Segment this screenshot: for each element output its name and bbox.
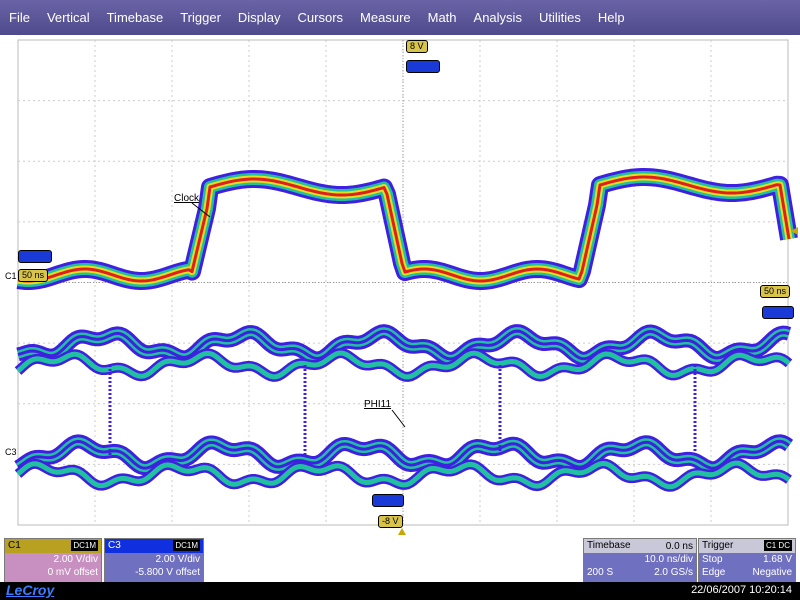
trigger-badge: C1 DC bbox=[763, 540, 792, 551]
status-footer: LeCroy 22/06/2007 10:20:14 bbox=[0, 582, 800, 600]
menu-help[interactable]: Help bbox=[589, 0, 633, 35]
menu-utilities[interactable]: Utilities bbox=[530, 0, 589, 35]
left-time-marker[interactable]: 50 ns bbox=[18, 269, 49, 282]
c3-vdiv: 2.00 V/div bbox=[155, 554, 200, 565]
menu-vertical[interactable]: Vertical bbox=[38, 0, 98, 35]
c1-offset: 0 mV offset bbox=[47, 567, 98, 578]
c3-channel-panel[interactable]: C3 DC1M 2.00 V/div -5.800 V offset bbox=[104, 538, 204, 584]
trigger-type: Edge bbox=[702, 567, 726, 578]
scope-grid bbox=[12, 39, 798, 526]
c1-name: C1 bbox=[8, 540, 21, 551]
trigger-level-icon bbox=[791, 227, 798, 235]
c3-coupling-badge: DC1M bbox=[173, 540, 200, 551]
top-level-marker[interactable]: 8 V bbox=[406, 40, 428, 53]
c1-vdiv: 2.00 V/div bbox=[53, 554, 98, 565]
menu-math[interactable]: Math bbox=[419, 0, 465, 35]
trigger-slope: Negative bbox=[752, 567, 792, 578]
trigger-panel[interactable]: Trigger C1 DC Stop 1.68 V Edge Negative bbox=[698, 538, 796, 584]
menu-trigger[interactable]: Trigger bbox=[171, 0, 229, 35]
timebase-panel[interactable]: Timebase 0.0 ns 10.0 ns/div 200 S 2.0 GS/… bbox=[583, 538, 697, 584]
phi-trace-label: PHI11 bbox=[364, 399, 392, 410]
bottom-blue-marker[interactable] bbox=[372, 494, 404, 507]
right-time-marker[interactable]: 50 ns bbox=[760, 285, 791, 298]
timebase-samples: 200 S bbox=[587, 567, 614, 578]
trigger-time-icon bbox=[398, 528, 406, 535]
c1-coupling-badge: DC1M bbox=[71, 540, 98, 551]
bottom-level-marker[interactable]: -8 V bbox=[378, 515, 403, 528]
menu-file[interactable]: File bbox=[0, 0, 38, 35]
menu-measure[interactable]: Measure bbox=[351, 0, 419, 35]
lecroy-logo: LeCroy bbox=[6, 582, 55, 598]
timebase-delay: 0.0 ns bbox=[665, 541, 693, 552]
timebase-rate: 2.0 GS/s bbox=[654, 567, 693, 578]
timebase-tdiv: 10.0 ns/div bbox=[644, 554, 693, 565]
c3-ground-marker: C3 bbox=[5, 447, 17, 457]
clock-trace-label: Clock bbox=[174, 193, 200, 204]
c1-channel-panel[interactable]: C1 DC1M 2.00 V/div 0 mV offset bbox=[4, 538, 102, 584]
menu-display[interactable]: Display bbox=[229, 0, 289, 35]
c3-offset: -5.800 V offset bbox=[135, 567, 200, 578]
menu-cursors[interactable]: Cursors bbox=[289, 0, 352, 35]
left-blue-marker[interactable] bbox=[18, 250, 52, 263]
right-blue-marker[interactable] bbox=[762, 306, 794, 319]
trigger-mode: Stop bbox=[702, 554, 723, 565]
menu-timebase[interactable]: Timebase bbox=[98, 0, 172, 35]
timebase-title: Timebase bbox=[587, 540, 631, 551]
menu-bar: File Vertical Timebase Trigger Display Cursor… bbox=[0, 0, 800, 35]
c3-name: C3 bbox=[108, 540, 121, 551]
menu-analysis[interactable]: Analysis bbox=[465, 0, 530, 35]
top-blue-marker[interactable] bbox=[406, 60, 440, 73]
trigger-title: Trigger bbox=[702, 540, 734, 551]
trigger-level: 1.68 V bbox=[763, 554, 792, 565]
c1-ground-marker: C1 bbox=[5, 271, 17, 281]
datetime: 22/06/2007 10:20:14 bbox=[691, 584, 792, 596]
